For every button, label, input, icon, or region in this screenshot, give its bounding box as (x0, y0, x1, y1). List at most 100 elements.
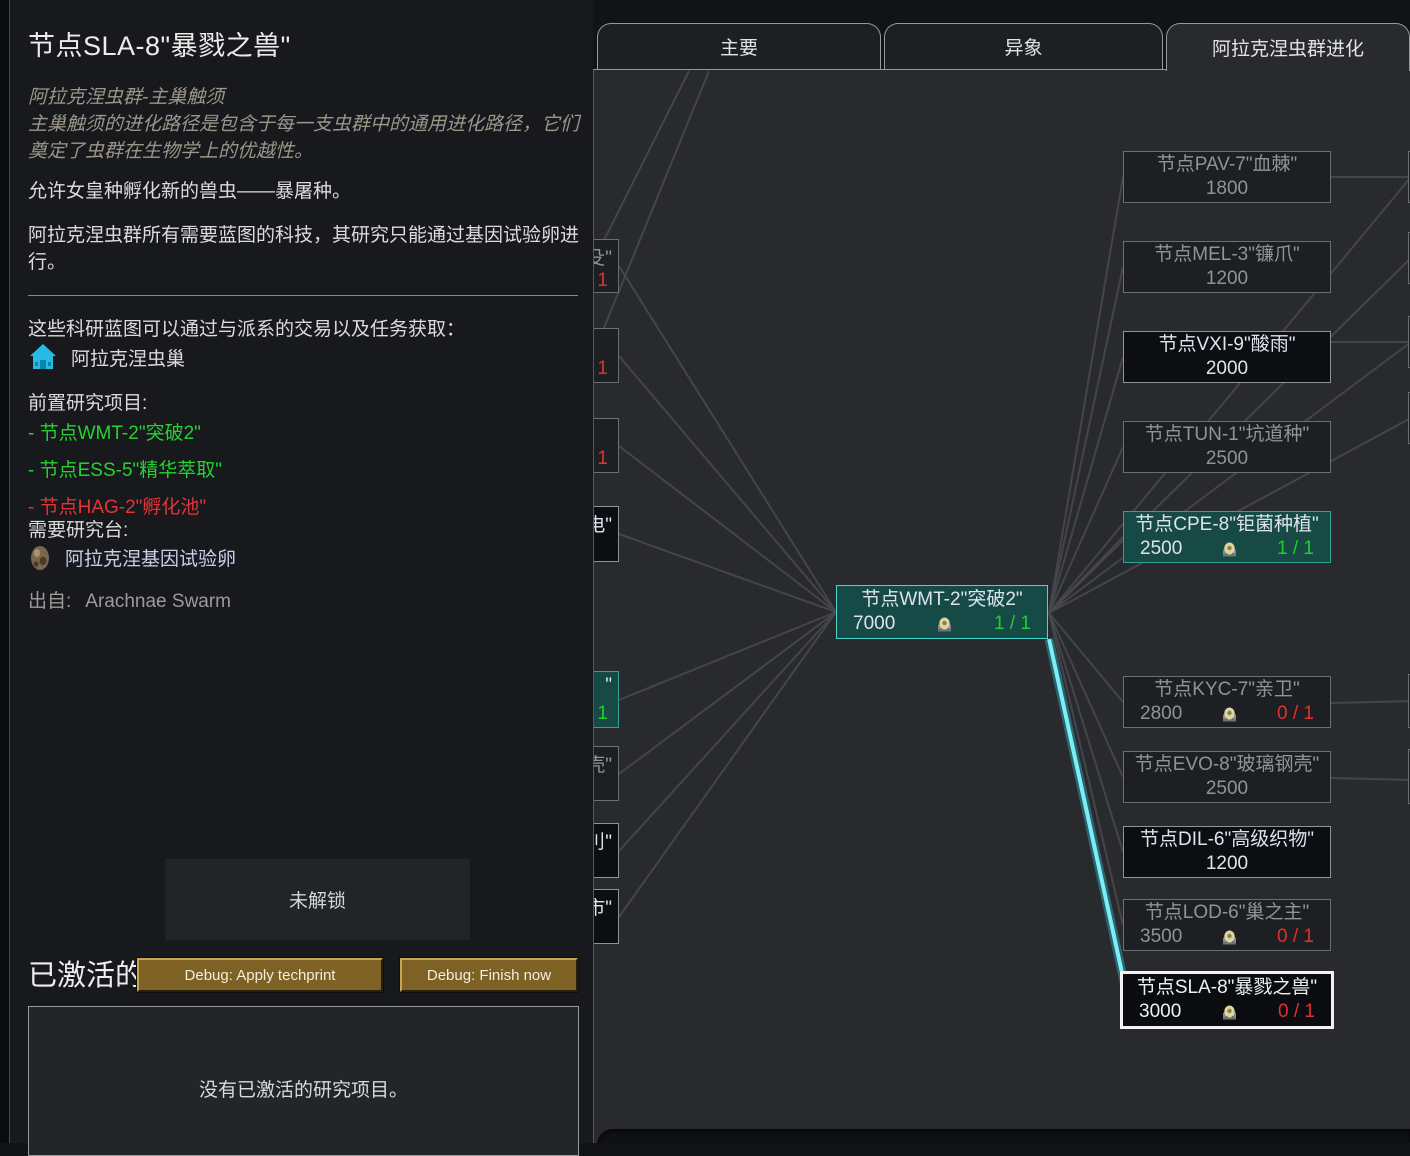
page-title: 节点SLA-8"暴戮之兽" (28, 24, 291, 63)
node-cost-row: 35000 / 1 (1124, 925, 1330, 949)
tab-2[interactable]: 异象 (884, 23, 1163, 69)
bench-header: 需要研究台: (28, 515, 128, 542)
source-row: 出自: Arachnae Swarm (28, 586, 231, 613)
tech-node-PAV-7[interactable]: 节点PAV-7"血棘"1800 (1123, 151, 1331, 203)
tech-node-DIL-6[interactable]: 节点DIL-6"高级织物"1200 (1123, 826, 1331, 878)
node-title-fragment: " (605, 675, 612, 697)
bench-row: 阿拉克涅基因试验卵 (28, 543, 236, 571)
node-techprint-count: 0 / 1 (1278, 1000, 1315, 1024)
tech-node-KYC-7[interactable]: 节点KYC-7"亲卫"2800 0 / 1 (1123, 676, 1331, 728)
egg-techprint-icon (1221, 1004, 1238, 1020)
bench-label: 阿拉克涅基因试验卵 (65, 544, 236, 571)
bottom-window-band (597, 1129, 1410, 1143)
debug-finish-now-button[interactable]: Debug: Finish now (400, 958, 578, 992)
node-cost: 1200 (1206, 267, 1248, 291)
egg-techprint-icon (1221, 541, 1238, 557)
node-title: 节点MEL-3"镰爪" (1124, 243, 1330, 267)
node-techprint-count: 1 / 1 (994, 612, 1031, 636)
tech-node-MEL-3[interactable]: 节点MEL-3"镰爪"1200 (1123, 241, 1331, 293)
active-projects-panel: 没有已激活的研究项目。 (28, 1006, 579, 1156)
node-cost: 1800 (1206, 177, 1248, 201)
research-info-panel: 节点SLA-8"暴戮之兽" 阿拉克涅虫群-主巢触须 主巢触须的进化路径是包含于每… (10, 0, 593, 1143)
node-title: 节点SLA-8"暴戮之兽" (1123, 976, 1331, 1000)
tech-node-clipped-left[interactable]: 刂" (593, 823, 619, 878)
tech-node-clipped-left[interactable]: 1 (593, 418, 619, 473)
tech-node-VXI-9[interactable]: 节点VXI-9"酸雨"2000 (1123, 331, 1331, 383)
node-techprint-count: 0 / 1 (1277, 925, 1314, 949)
node-cost: 2800 (1140, 702, 1182, 726)
node-cost: 3000 (1139, 1000, 1181, 1024)
no-active-message: 没有已激活的研究项目。 (29, 1075, 578, 1102)
divider (28, 295, 578, 296)
window-left-edge (0, 0, 10, 1143)
tech-node-EVO-8[interactable]: 节点EVO-8"玻璃钢壳"2500 (1123, 751, 1331, 803)
node-title: 节点DIL-6"高级织物" (1124, 828, 1330, 852)
tab-3[interactable]: 阿拉克涅虫群进化 (1166, 23, 1410, 71)
source-label: 出自: (28, 591, 71, 612)
note-text: 阿拉克涅虫群所有需要蓝图的科技，其研究只能通过基因试验卵进行。 (28, 222, 580, 276)
node-cost-row: 2500 1 / 1 (1124, 537, 1330, 561)
techprint-hint: 这些科研蓝图可以通过与派系的交易以及任务获取： (28, 314, 584, 341)
node-cost-row: 2000 (1124, 357, 1330, 381)
tech-node-clipped-left[interactable]: 市" (593, 889, 619, 944)
tech-node-clipped-left[interactable]: 1 (593, 328, 619, 383)
node-techprint-count: 0 / 1 (1277, 702, 1314, 726)
flavor-line1: 阿拉克涅虫群-主巢触须 (28, 87, 224, 108)
node-title: 节点TUN-1"坑道种" (1124, 423, 1330, 447)
node-techprint-count: 1 / 1 (1277, 537, 1314, 561)
tech-node-clipped-left[interactable]: 壳" (593, 746, 619, 801)
tech-node-TUN-1[interactable]: 节点TUN-1"坑道种"2500 (1123, 421, 1331, 473)
node-techprint-count: 1 (597, 448, 612, 470)
effect-text: 允许女皇种孵化新的兽虫——暴屠种。 (28, 176, 580, 203)
node-cost: 7000 (853, 612, 895, 636)
egg-techprint-icon (1221, 706, 1238, 722)
node-techprint-count: 1 (597, 703, 612, 725)
tab-1[interactable]: 主要 (597, 23, 881, 69)
egg-techprint-icon (936, 616, 953, 632)
tab-bar: 主要异象阿拉克涅虫群进化 (593, 23, 1410, 70)
tech-node-SLA-8[interactable]: 节点SLA-8"暴戮之兽"3000 0 / 1 (1120, 971, 1334, 1029)
node-cost-row: 7000 1 / 1 (837, 612, 1047, 636)
flavor-text: 阿拉克涅虫群-主巢触须 主巢触须的进化路径是包含于每一支虫群中的通用进化路径，它… (28, 84, 580, 165)
tech-node-CPE-8[interactable]: 节点CPE-8"钜菌种植"25001 / 1 (1123, 511, 1331, 563)
node-cost-row: 1800 (1124, 177, 1330, 201)
node-cost-row: 3000 0 / 1 (1123, 1000, 1331, 1024)
faction-row: 阿拉克涅虫巢 (28, 342, 185, 372)
node-title-fragment: 刂" (593, 827, 612, 854)
node-title-fragment: 壳" (593, 750, 612, 777)
node-cost: 2500 (1206, 447, 1248, 471)
node-title: 节点EVO-8"玻璃钢壳" (1124, 753, 1330, 777)
node-title: 节点WMT-2"突破2" (837, 588, 1047, 612)
tech-node-WMT-2[interactable]: 节点WMT-2"突破2"7000 1 / 1 (836, 585, 1048, 639)
node-cost-row: 1200 (1124, 852, 1330, 876)
prereq-item: - 节点WMT-2"突破2" (28, 418, 222, 445)
tech-tree[interactable]: 节点PAV-7"血棘"1800节点MEL-3"镰爪"1200节点VXI-9"酸雨… (593, 69, 1410, 1143)
prereq-item: - 节点ESS-5"精华萃取" (28, 455, 222, 482)
node-title-fragment: 市" (593, 893, 612, 920)
locked-status-button[interactable]: 未解锁 (165, 859, 470, 940)
node-cost: 2500 (1140, 537, 1182, 561)
faction-home-icon (28, 342, 58, 372)
egg-techprint-icon (1221, 929, 1238, 945)
tech-node-clipped-left[interactable]: "1 (593, 671, 619, 728)
node-cost: 2000 (1206, 357, 1248, 381)
tech-node-clipped-left[interactable]: 殳"1 (593, 239, 619, 293)
debug-apply-techprint-button[interactable]: Debug: Apply techprint (137, 958, 383, 992)
faction-label: 阿拉克涅虫巢 (71, 344, 185, 371)
tech-node-LOD-6[interactable]: 节点LOD-6"巢之主"35000 / 1 (1123, 899, 1331, 951)
prereq-header: 前置研究项目: (28, 388, 147, 415)
node-title: 节点PAV-7"血棘" (1124, 153, 1330, 177)
node-techprint-count: 1 (597, 358, 612, 380)
node-cost: 2500 (1206, 777, 1248, 801)
node-cost-row: 1200 (1124, 267, 1330, 291)
source-value: Arachnae Swarm (85, 591, 231, 612)
flavor-line2: 主巢触须的进化路径是包含于每一支虫群中的通用进化路径，它们奠定了虫群在生物学上的… (28, 114, 579, 162)
tech-node-clipped-left[interactable]: 电" (593, 506, 619, 562)
node-cost-row: 2800 0 / 1 (1124, 702, 1330, 726)
node-title: 节点KYC-7"亲卫" (1124, 678, 1330, 702)
prereq-list: - 节点WMT-2"突破2" - 节点ESS-5"精华萃取" - 节点HAG-2… (28, 418, 222, 529)
node-techprint-count: 1 (597, 270, 612, 292)
node-cost-row: 2500 (1124, 777, 1330, 801)
node-title-fragment: 电" (593, 510, 612, 537)
node-title: 节点VXI-9"酸雨" (1124, 333, 1330, 357)
